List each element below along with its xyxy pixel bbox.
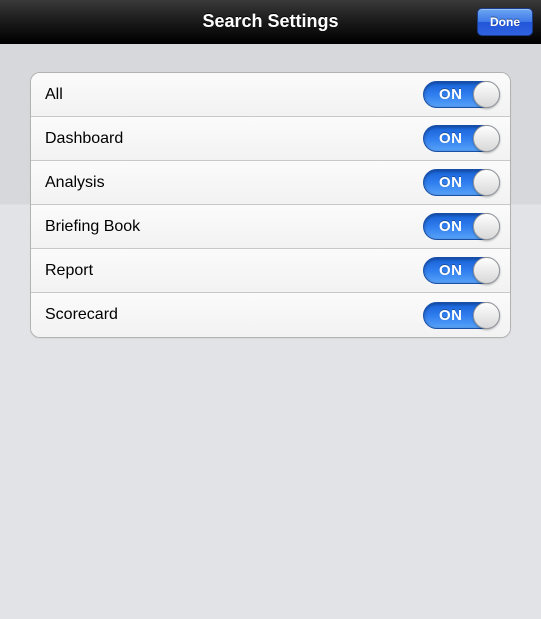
row-label: All bbox=[45, 86, 63, 104]
row-all: All ON bbox=[31, 73, 510, 117]
row-label: Report bbox=[45, 262, 93, 280]
toggle-knob-icon bbox=[473, 125, 500, 152]
toggle-report[interactable]: ON bbox=[423, 257, 500, 284]
settings-table: All ON Dashboard ON Analysis ON Briefing… bbox=[30, 72, 511, 338]
toggle-on-label: ON bbox=[439, 130, 463, 147]
toggle-on-label: ON bbox=[439, 307, 463, 324]
toggle-scorecard[interactable]: ON bbox=[423, 302, 500, 329]
row-label: Analysis bbox=[45, 174, 105, 192]
toggle-all[interactable]: ON bbox=[423, 81, 500, 108]
done-button[interactable]: Done bbox=[477, 8, 533, 36]
toggle-knob-icon bbox=[473, 169, 500, 196]
row-label: Briefing Book bbox=[45, 218, 140, 236]
row-scorecard: Scorecard ON bbox=[31, 293, 510, 337]
row-label: Dashboard bbox=[45, 130, 123, 148]
content-area: All ON Dashboard ON Analysis ON Briefing… bbox=[0, 44, 541, 366]
toggle-analysis[interactable]: ON bbox=[423, 169, 500, 196]
toggle-knob-icon bbox=[473, 257, 500, 284]
toggle-on-label: ON bbox=[439, 86, 463, 103]
page-title: Search Settings bbox=[202, 11, 338, 32]
toggle-on-label: ON bbox=[439, 218, 463, 235]
toggle-knob-icon bbox=[473, 213, 500, 240]
row-label: Scorecard bbox=[45, 306, 118, 324]
toggle-briefing-book[interactable]: ON bbox=[423, 213, 500, 240]
toggle-dashboard[interactable]: ON bbox=[423, 125, 500, 152]
row-briefing-book: Briefing Book ON bbox=[31, 205, 510, 249]
header-bar: Search Settings Done bbox=[0, 0, 541, 44]
toggle-on-label: ON bbox=[439, 262, 463, 279]
row-analysis: Analysis ON bbox=[31, 161, 510, 205]
row-report: Report ON bbox=[31, 249, 510, 293]
row-dashboard: Dashboard ON bbox=[31, 117, 510, 161]
toggle-knob-icon bbox=[473, 302, 500, 329]
toggle-knob-icon bbox=[473, 81, 500, 108]
toggle-on-label: ON bbox=[439, 174, 463, 191]
